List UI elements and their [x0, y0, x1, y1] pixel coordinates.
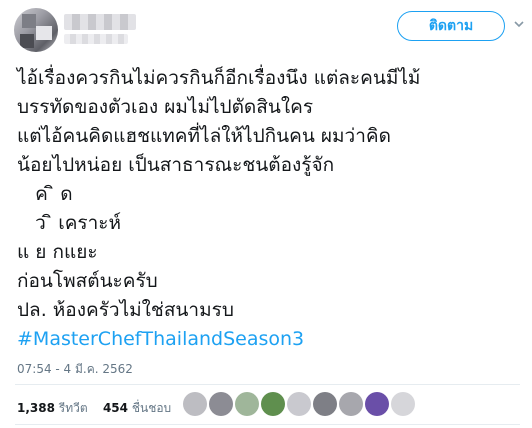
liker-avatar[interactable]	[261, 392, 285, 416]
liker-avatar[interactable]	[235, 392, 259, 416]
follow-button[interactable]: ติดตาม	[397, 11, 505, 41]
tweet-line: น้อยไปหน่อย เป็นสาธารณะชนต้องรู้จัก	[17, 154, 335, 176]
author-name-blurred[interactable]	[64, 14, 136, 30]
author-handle-blurred[interactable]	[64, 34, 128, 44]
tweet-line: แ ย กแยะ	[17, 241, 98, 263]
tweet-line: แต่ไอ้คนคิดแฮชแทคที่ไล่ให้ไปกินคน ผมว่าค…	[17, 125, 391, 147]
author-avatar[interactable]	[14, 8, 58, 52]
tweet-line: ค ิ ด	[17, 183, 73, 205]
tweet-line: บรรทัดของตัวเอง ผมไม่ไปตัดสินใคร	[17, 96, 314, 118]
liker-avatar[interactable]	[287, 392, 311, 416]
liker-avatar[interactable]	[339, 392, 363, 416]
liker-avatar[interactable]	[313, 392, 337, 416]
tweet-line: ไอ้เรื่องควรกินไม่ควรกินก็อีกเรื่องนึง แ…	[17, 67, 421, 89]
liker-avatars	[183, 392, 415, 416]
tweet-line: ว ิ เคราะห์	[17, 212, 122, 234]
hashtag-link[interactable]: #MasterChefThailandSeason3	[17, 325, 522, 354]
liker-avatar[interactable]	[209, 392, 233, 416]
chevron-down-icon[interactable]	[513, 18, 525, 30]
tweet-line: ปล. ห้องครัวไม่ใช่สนามรบ	[17, 299, 234, 321]
likes-count[interactable]: 454	[103, 401, 128, 415]
tweet-stats: 1,388 รีทวีต 454 ชื่นชอบ	[17, 399, 171, 418]
liker-avatar[interactable]	[365, 392, 389, 416]
divider	[15, 424, 520, 425]
liker-avatar[interactable]	[391, 392, 415, 416]
liker-avatar[interactable]	[183, 392, 207, 416]
follow-button-label: ติดตาม	[428, 18, 474, 34]
likes-label[interactable]: ชื่นชอบ	[132, 401, 171, 415]
retweets-count[interactable]: 1,388	[17, 401, 55, 415]
retweets-label[interactable]: รีทวีต	[59, 401, 88, 415]
tweet-line: ก่อนโพสต์นะครับ	[17, 270, 158, 292]
tweet-text: ไอ้เรื่องควรกินไม่ควรกินก็อีกเรื่องนึง แ…	[17, 64, 522, 354]
tweet-timestamp[interactable]: 07:54 - 4 มี.ค. 2562	[17, 360, 133, 379]
divider	[15, 384, 520, 385]
